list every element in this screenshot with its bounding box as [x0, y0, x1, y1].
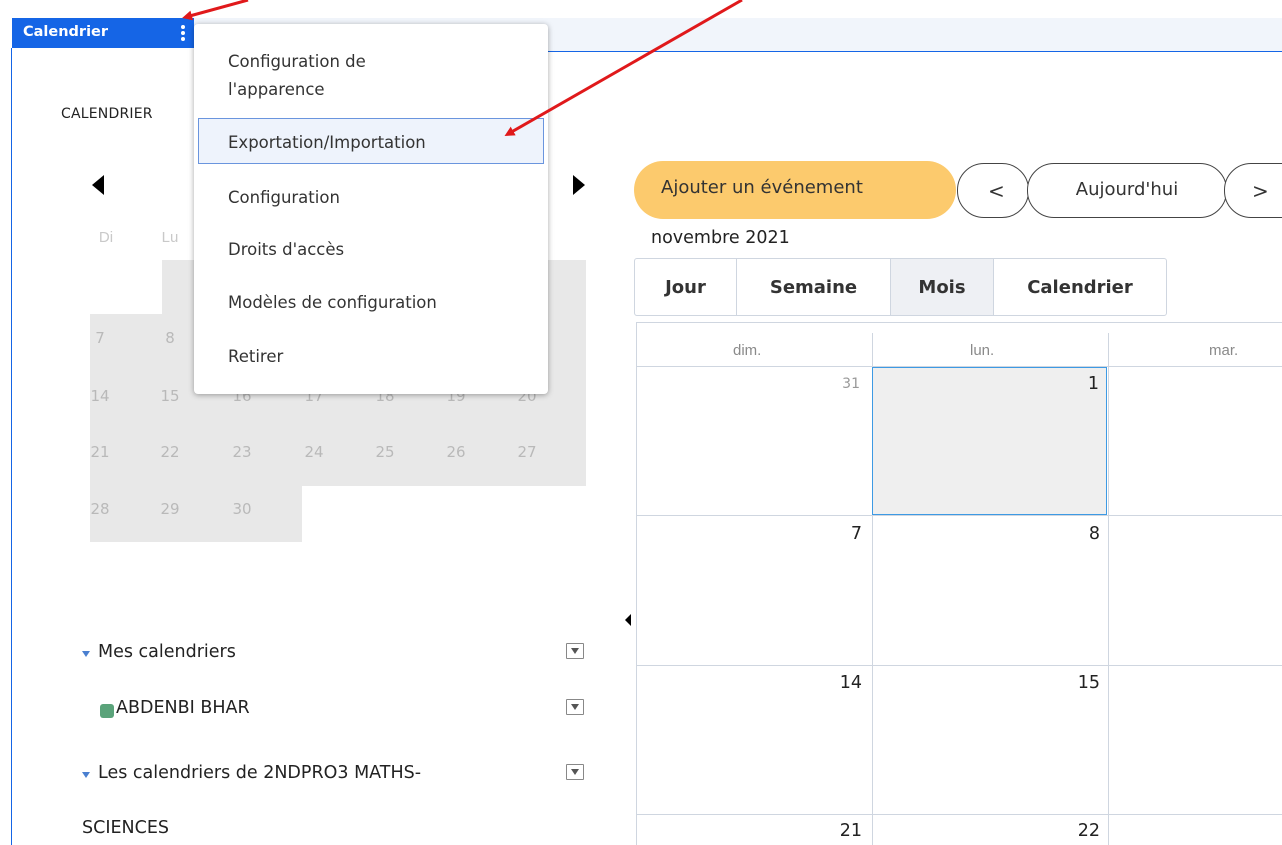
class-calendars-label[interactable]: Les calendriers de 2NDPRO3 MATHS- — [98, 763, 421, 783]
menu-item-access-rights[interactable]: Droits d'accès — [228, 236, 344, 264]
mini-day[interactable]: 8 — [150, 329, 190, 347]
day-number[interactable]: 7 — [832, 524, 862, 544]
calendar-owner-dropdown-icon[interactable] — [566, 699, 584, 715]
mini-calendar-prev-icon[interactable] — [92, 175, 104, 195]
month-title: novembre 2021 — [651, 228, 790, 248]
weekday-header: lun. — [970, 342, 995, 359]
calendar-owner-label[interactable]: ABDENBI BHAR — [116, 698, 250, 718]
day-number[interactable]: 14 — [832, 673, 862, 693]
class-calendars-dropdown-icon[interactable] — [566, 764, 584, 780]
next-period-button[interactable]: > — [1224, 163, 1282, 218]
chevron-left-icon: < — [988, 179, 1005, 203]
collapse-sidebar-icon[interactable] — [625, 614, 631, 626]
class-calendars-label-cont: SCIENCES — [82, 818, 170, 838]
weekday-header: mar. — [1209, 342, 1239, 359]
menu-item-appearance-cont[interactable]: l'apparence — [228, 76, 325, 104]
kebab-icon[interactable] — [175, 22, 191, 44]
mini-day[interactable]: 7 — [80, 329, 120, 347]
grid-line — [1108, 333, 1109, 845]
view-switcher: Jour Semaine Mois Calendrier — [634, 258, 1167, 316]
tab-calendar[interactable]: Calendrier — [994, 259, 1166, 315]
mini-day[interactable]: 29 — [150, 500, 190, 518]
day-number[interactable]: 22 — [1070, 821, 1100, 841]
day-number[interactable]: 21 — [832, 821, 862, 841]
collapse-arrow-icon[interactable] — [82, 651, 90, 657]
mini-day[interactable]: 28 — [80, 500, 120, 518]
mini-calendar-last-row-bg — [90, 486, 302, 542]
menu-item-configuration[interactable]: Configuration — [228, 184, 340, 212]
mini-weekday: Di — [98, 229, 114, 246]
mini-day[interactable]: 24 — [294, 443, 334, 461]
grid-line — [636, 515, 1282, 516]
menu-item-export-import[interactable]: Exportation/Importation — [228, 129, 426, 157]
menu-item-config-templates[interactable]: Modèles de configuration — [228, 289, 437, 317]
mini-day[interactable]: 21 — [80, 443, 120, 461]
day-number[interactable]: 31 — [830, 376, 860, 392]
day-number[interactable]: 8 — [1070, 524, 1100, 544]
context-menu: Configuration de l'apparence Exportation… — [194, 24, 548, 394]
prev-period-button[interactable]: < — [957, 163, 1029, 218]
collapse-arrow-icon[interactable] — [82, 772, 90, 778]
grid-line — [636, 814, 1282, 815]
calendar-color-swatch — [100, 704, 114, 718]
mini-weekday: Lu — [161, 229, 179, 246]
day-number[interactable]: 1 — [1069, 374, 1099, 394]
my-calendars-label[interactable]: Mes calendriers — [98, 642, 236, 662]
tab-week[interactable]: Semaine — [737, 259, 891, 315]
mini-day[interactable]: 15 — [150, 387, 190, 405]
menu-item-appearance[interactable]: Configuration de — [228, 48, 366, 76]
weekday-header: dim. — [733, 342, 762, 359]
mini-day[interactable]: 14 — [80, 387, 120, 405]
mini-day[interactable]: 25 — [365, 443, 405, 461]
mini-day[interactable]: 26 — [436, 443, 476, 461]
calendar-tab[interactable]: Calendrier — [12, 18, 194, 48]
chevron-right-icon: > — [1252, 179, 1269, 203]
mini-day[interactable]: 22 — [150, 443, 190, 461]
mini-calendar-next-icon[interactable] — [573, 175, 585, 195]
tab-month[interactable]: Mois — [891, 259, 994, 315]
today-button[interactable]: Aujourd'hui — [1027, 163, 1227, 218]
sidebar-heading: CALENDRIER — [61, 106, 153, 122]
grid-line — [636, 665, 1282, 666]
mini-day[interactable]: 23 — [222, 443, 262, 461]
menu-item-remove[interactable]: Retirer — [228, 343, 283, 371]
my-calendars-dropdown-icon[interactable] — [566, 643, 584, 659]
tab-day[interactable]: Jour — [635, 259, 737, 315]
mini-day[interactable]: 30 — [222, 500, 262, 518]
calendar-tab-title: Calendrier — [23, 24, 109, 40]
add-event-button[interactable]: Ajouter un événement — [634, 161, 956, 219]
mini-day[interactable]: 27 — [507, 443, 547, 461]
day-number[interactable]: 15 — [1070, 673, 1100, 693]
